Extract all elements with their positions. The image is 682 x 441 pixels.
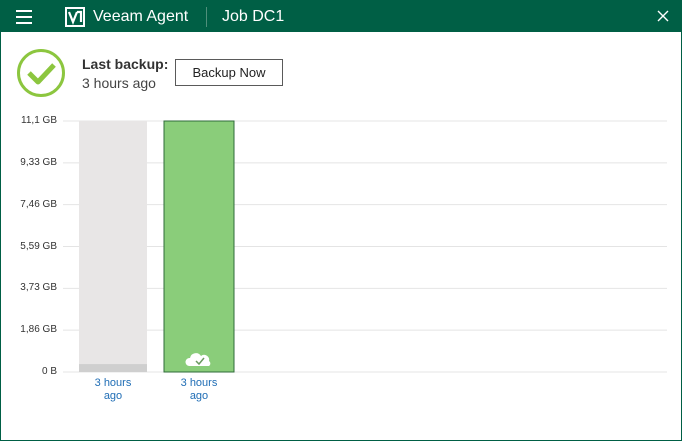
last-backup-label: Last backup: — [82, 56, 169, 72]
app-title: Veeam Agent — [93, 8, 189, 25]
title-bar: Veeam Agent Job DC1 — [1, 1, 681, 32]
backup-bar[interactable] — [163, 120, 235, 373]
y-tick-label: 5,59 GB — [20, 240, 57, 252]
x-tick-label-line2: ago — [189, 390, 209, 402]
check-circle-icon — [17, 49, 65, 97]
y-tick-label: 7,46 GB — [20, 198, 57, 210]
x-tick-label[interactable]: 3 hours ago — [164, 377, 234, 403]
x-tick-label[interactable]: 3 hours ago — [78, 377, 148, 403]
backup-bar[interactable] — [79, 364, 147, 372]
veeam-logo-icon — [65, 7, 85, 27]
veeam-agent-window: Veeam Agent Job DC1 Last backup: 3 hours… — [0, 0, 682, 441]
y-tick-label: 1,86 GB — [20, 324, 57, 336]
x-tick-label-line1: 3 hours — [180, 377, 218, 389]
y-tick-label: 9,33 GB — [20, 156, 57, 168]
bar-track[interactable] — [79, 121, 147, 372]
x-tick-label-line2: ago — [103, 390, 123, 402]
backup-size-chart: 0 B 1,86 GB 3,73 GB 5,59 GB 7,46 GB 9,33 GB 11… — [1, 111, 681, 411]
title-separator — [206, 7, 207, 27]
job-title: Job DC1 — [222, 8, 285, 25]
hamburger-icon[interactable] — [13, 7, 35, 27]
last-backup-value: 3 hours ago — [82, 75, 156, 91]
chart-canvas — [63, 120, 667, 373]
backup-now-button[interactable]: Backup Now — [175, 59, 283, 86]
close-icon[interactable] — [656, 9, 670, 23]
y-tick-label: 3,73 GB — [20, 282, 57, 294]
y-tick-label: 11,1 GB — [21, 115, 57, 126]
x-tick-label-line1: 3 hours — [94, 377, 132, 389]
y-tick-label: 0 B — [41, 366, 57, 377]
